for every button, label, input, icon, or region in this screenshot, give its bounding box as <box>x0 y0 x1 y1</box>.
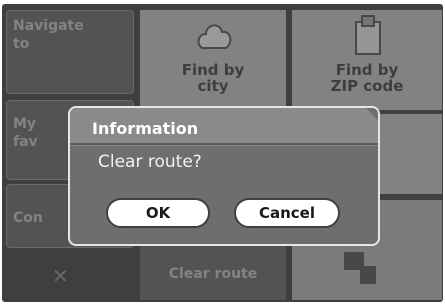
information-dialog: Information Clear route? OK Cancel <box>68 106 380 246</box>
dialog-message: Clear route? <box>98 152 202 172</box>
cancel-button[interactable]: Cancel <box>234 198 340 228</box>
dialog-title: Information <box>92 119 199 138</box>
navigation-screen: Navigate to My fav Con ✕ Find by city Fi… <box>2 4 443 302</box>
ok-button[interactable]: OK <box>106 198 210 228</box>
dialog-header: Information <box>70 108 378 146</box>
